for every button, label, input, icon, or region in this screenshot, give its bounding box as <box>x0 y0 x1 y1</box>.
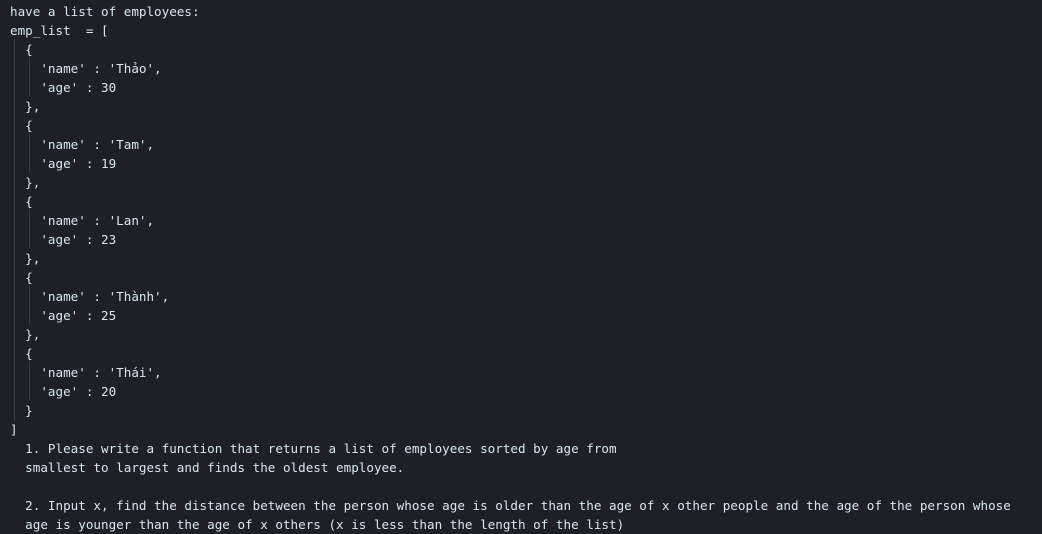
code-line: 'age' : 30 <box>10 80 117 95</box>
code-line: }, <box>10 251 41 266</box>
code-line: 'age' : 23 <box>10 232 117 247</box>
code-line: ] <box>10 422 18 437</box>
code-line: } <box>10 403 33 418</box>
code-line: { <box>10 42 33 57</box>
code-line: }, <box>10 99 41 114</box>
code-line: }, <box>10 327 41 342</box>
code-line: 'name' : 'Tam', <box>10 137 155 152</box>
code-line: 'name' : 'Thái', <box>10 365 162 380</box>
code-line: smallest to largest and finds the oldest… <box>10 460 405 475</box>
code-line: }, <box>10 175 41 190</box>
code-line: emp_list = [ <box>10 23 109 38</box>
code-line: age is younger than the age of x others … <box>10 517 625 532</box>
code-line: 'age' : 19 <box>10 156 117 171</box>
code-line: { <box>10 118 33 133</box>
code-line: 'age' : 20 <box>10 384 117 399</box>
code-editor[interactable]: have a list of employees: emp_list = [ {… <box>0 0 1042 534</box>
code-line: 'name' : 'Lan', <box>10 213 155 228</box>
code-line: { <box>10 194 33 209</box>
code-line: 'age' : 25 <box>10 308 117 323</box>
code-line: 'name' : 'Thành', <box>10 289 170 304</box>
code-line: { <box>10 270 33 285</box>
code-line: 2. Input x, find the distance between th… <box>10 498 1011 513</box>
code-line: 'name' : 'Thảo', <box>10 61 162 76</box>
code-line: { <box>10 346 33 361</box>
code-line: 1. Please write a function that returns … <box>10 441 617 456</box>
code-line: have a list of employees: <box>10 4 200 19</box>
